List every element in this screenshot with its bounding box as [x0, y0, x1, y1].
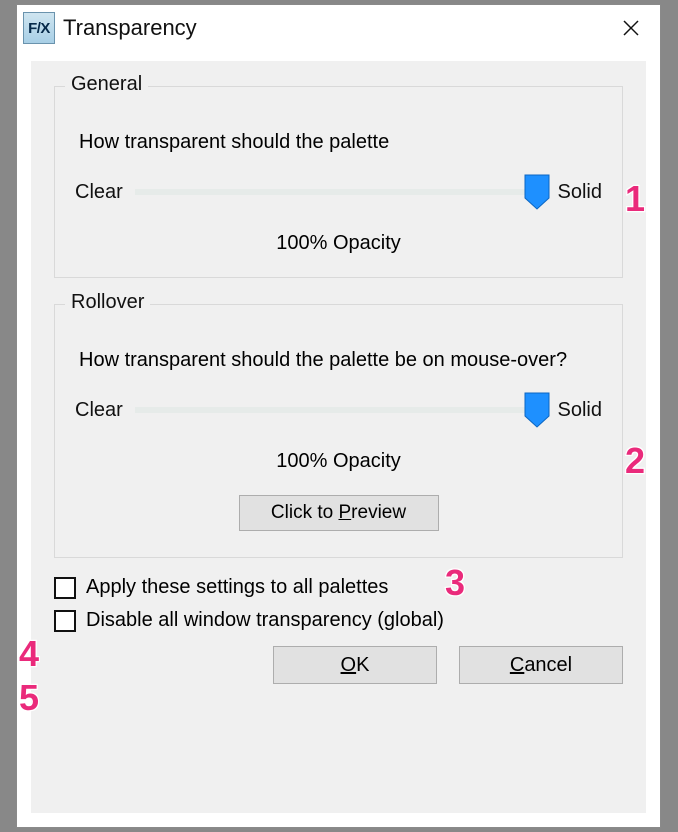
rollover-legend: Rollover: [65, 291, 150, 314]
preview-label-prefix: Click to: [271, 502, 339, 523]
slider-thumb[interactable]: [524, 392, 550, 428]
rollover-opacity-value: 100% Opacity: [75, 450, 602, 473]
preview-label-suffix: review: [351, 502, 406, 523]
titlebar: F/X Transparency: [17, 5, 660, 51]
rollover-question: How transparent should the palette be on…: [79, 347, 598, 374]
general-slider-right-label: Solid: [558, 181, 602, 204]
ok-suffix: K: [356, 654, 369, 676]
general-opacity-slider[interactable]: [135, 174, 546, 210]
disable-global-checkbox[interactable]: [54, 610, 76, 632]
dialog-button-row: OK Cancel: [54, 646, 623, 684]
slider-track: [135, 407, 546, 413]
preview-label-ul: P: [338, 502, 351, 523]
rollover-slider-right-label: Solid: [558, 399, 602, 422]
cancel-suffix: ancel: [524, 654, 572, 676]
disable-global-checkbox-row[interactable]: Disable all window transparency (global): [54, 609, 623, 632]
rollover-slider-row: Clear Solid: [75, 392, 602, 428]
general-slider-left-label: Clear: [75, 181, 123, 204]
close-icon: [622, 19, 640, 37]
ok-ul: O: [341, 654, 357, 676]
rollover-group: Rollover How transparent should the pale…: [54, 304, 623, 558]
slider-thumb[interactable]: [524, 174, 550, 210]
app-icon: F/X: [23, 12, 55, 44]
window-title: Transparency: [63, 15, 608, 41]
rollover-slider-left-label: Clear: [75, 399, 123, 422]
dialog-body: General How transparent should the palet…: [31, 61, 646, 813]
ok-button[interactable]: OK: [273, 646, 437, 684]
rollover-opacity-slider[interactable]: [135, 392, 546, 428]
close-button[interactable]: [608, 8, 654, 48]
cancel-button[interactable]: Cancel: [459, 646, 623, 684]
general-opacity-value: 100% Opacity: [75, 232, 602, 255]
slider-track: [135, 189, 546, 195]
general-question: How transparent should the palette: [79, 129, 598, 156]
general-legend: General: [65, 73, 148, 96]
general-slider-row: Clear Solid: [75, 174, 602, 210]
apply-all-checkbox-row[interactable]: Apply these settings to all palettes: [54, 576, 623, 599]
disable-global-label: Disable all window transparency (global): [86, 609, 444, 632]
apply-all-checkbox[interactable]: [54, 577, 76, 599]
general-group: General How transparent should the palet…: [54, 86, 623, 278]
preview-button[interactable]: Click to Preview: [239, 495, 439, 531]
cancel-ul: C: [510, 654, 524, 676]
apply-all-label: Apply these settings to all palettes: [86, 576, 388, 599]
transparency-dialog: F/X Transparency General How transparent…: [16, 4, 661, 828]
